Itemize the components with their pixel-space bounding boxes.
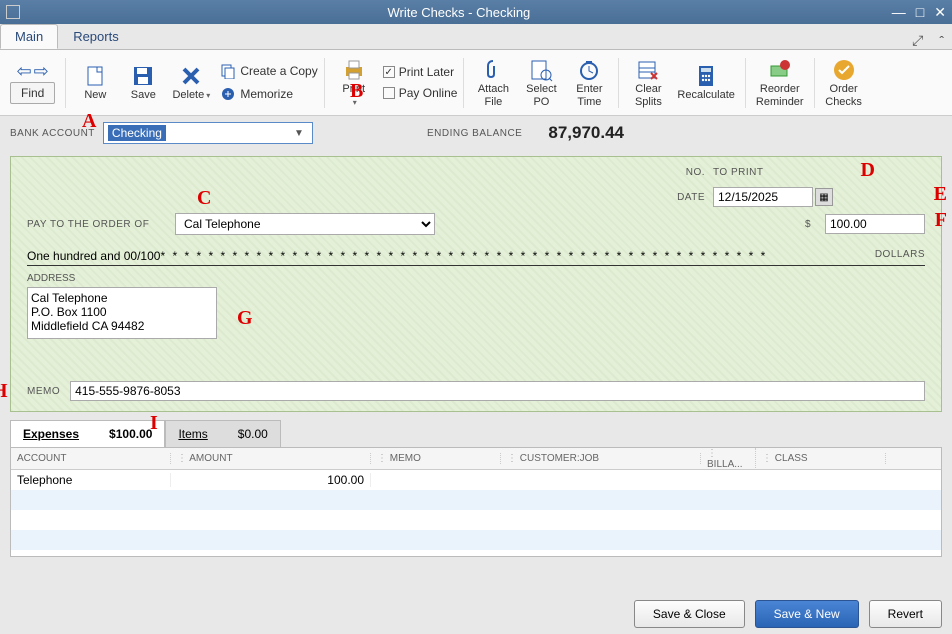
chevron-down-icon: ▼ — [290, 128, 308, 139]
calculator-icon — [694, 64, 718, 88]
new-button[interactable]: New — [72, 61, 118, 103]
recalculate-button[interactable]: Recalculate — [673, 61, 738, 103]
titlebar: Write Checks - Checking — □ ✕ — [0, 0, 952, 24]
pay-to-label: PAY TO THE ORDER OF — [27, 219, 167, 230]
payee-dropdown[interactable]: Cal Telephone — [175, 213, 435, 235]
ribbon: ⇦⇨ Find New Save Delete▾ Create a Copy M… — [0, 50, 952, 116]
bank-account-dropdown[interactable]: Checking ▼ — [103, 122, 313, 144]
tab-expenses[interactable]: Expenses $100.00 — [10, 420, 165, 447]
create-copy-button[interactable]: Create a Copy — [220, 61, 317, 81]
delete-button[interactable]: Delete▾ — [168, 61, 214, 103]
no-value: TO PRINT — [713, 167, 763, 178]
po-icon — [529, 58, 553, 82]
amount-words: One hundred and 00/100 — [27, 249, 160, 263]
top-fields: BANK ACCOUNT Checking ▼ ENDING BALANCE 8… — [0, 116, 952, 150]
col-customer[interactable]: ⋮ CUSTOMER:JOB — [501, 453, 701, 464]
check-face: NO. TO PRINT D DATE ▦ E PAY TO THE ORDER… — [10, 156, 942, 412]
save-icon — [131, 64, 155, 88]
select-po-button[interactable]: Select PO — [518, 55, 564, 109]
new-icon — [83, 64, 107, 88]
order-checks-button[interactable]: Order Checks — [821, 55, 867, 109]
enter-time-button[interactable]: Enter Time — [566, 55, 612, 109]
revert-button[interactable]: Revert — [869, 600, 942, 628]
date-input[interactable] — [713, 187, 813, 207]
table-row[interactable] — [11, 490, 941, 510]
expenses-grid: ACCOUNT ⋮ AMOUNT ⋮ MEMO ⋮ CUSTOMER:JOB ⋮… — [10, 447, 942, 557]
bank-account-label: BANK ACCOUNT — [10, 128, 95, 139]
copy-icon — [220, 63, 236, 79]
footer-buttons: Save & Close Save & New Revert — [634, 600, 942, 628]
clear-splits-icon — [636, 58, 660, 82]
pay-online-checkbox[interactable]: Pay Online — [383, 84, 458, 102]
collapse-ribbon-icon[interactable]: ˆ — [931, 33, 952, 49]
table-row[interactable] — [11, 530, 941, 550]
date-label: DATE — [665, 192, 705, 203]
attach-file-button[interactable]: Attach File — [470, 55, 516, 109]
tab-items[interactable]: Items $0.00 — [165, 420, 280, 447]
tab-reports[interactable]: Reports — [58, 24, 134, 49]
memorize-icon — [220, 86, 236, 102]
col-billable[interactable]: ⋮ BILLA... — [701, 448, 756, 470]
expand-icon[interactable]: ⤢ — [904, 32, 931, 49]
ending-balance-label: ENDING BALANCE — [427, 128, 522, 139]
table-row[interactable] — [11, 510, 941, 530]
memo-label: MEMO — [27, 386, 60, 397]
close-button[interactable]: ✕ — [934, 4, 946, 21]
prev-icon[interactable]: ⇦ — [17, 61, 32, 82]
save-close-button[interactable]: Save & Close — [634, 600, 745, 628]
maximize-button[interactable]: □ — [916, 4, 924, 21]
annotation-f: F — [935, 209, 947, 232]
split-tabs: Expenses $100.00 Items $0.00 — [10, 420, 942, 447]
reminder-icon — [768, 58, 792, 82]
no-label: NO. — [665, 167, 705, 178]
find-button[interactable]: ⇦⇨ Find — [6, 59, 59, 106]
window-title: Write Checks - Checking — [26, 5, 892, 20]
col-class[interactable]: ⋮ CLASS — [756, 453, 886, 464]
dollar-sign: $ — [805, 219, 811, 230]
system-icon — [6, 5, 20, 19]
paperclip-icon — [481, 58, 505, 82]
next-icon[interactable]: ⇨ — [34, 61, 49, 82]
clock-icon — [577, 58, 601, 82]
calendar-icon[interactable]: ▦ — [815, 188, 833, 206]
save-button[interactable]: Save — [120, 61, 166, 103]
reorder-reminder-button[interactable]: Reorder Reminder — [752, 55, 808, 109]
table-row[interactable]: Telephone100.00 — [11, 470, 941, 490]
print-icon — [342, 58, 366, 82]
annotation-e: E — [934, 183, 947, 206]
amount-input[interactable] — [825, 214, 925, 234]
ending-balance-value: 87,970.44 — [548, 123, 624, 143]
col-memo[interactable]: ⋮ MEMO — [371, 453, 501, 464]
annotation-g: G — [237, 307, 253, 330]
col-amount[interactable]: ⋮ AMOUNT — [171, 453, 371, 464]
print-later-checkbox[interactable]: ✓Print Later — [383, 63, 458, 81]
annotation-c: C — [197, 187, 211, 210]
print-button[interactable]: Print▾ — [331, 55, 377, 109]
memo-input[interactable] — [70, 381, 925, 401]
delete-icon — [179, 64, 203, 88]
minimize-button[interactable]: — — [892, 4, 906, 21]
tab-main[interactable]: Main — [0, 24, 58, 49]
clear-splits-button[interactable]: Clear Splits — [625, 55, 671, 109]
tab-bar: Main Reports ⤢ ˆ — [0, 24, 952, 50]
col-account[interactable]: ACCOUNT — [11, 453, 171, 464]
memorize-button[interactable]: Memorize — [220, 84, 317, 104]
annotation-d: D — [861, 159, 875, 182]
order-checks-icon — [832, 58, 856, 82]
address-label: ADDRESS — [27, 273, 75, 284]
address-textarea[interactable]: Cal Telephone P.O. Box 1100 Middlefield … — [27, 287, 217, 339]
annotation-h: H — [0, 380, 8, 403]
save-new-button[interactable]: Save & New — [755, 600, 859, 628]
dollars-label: DOLLARS — [875, 249, 925, 263]
